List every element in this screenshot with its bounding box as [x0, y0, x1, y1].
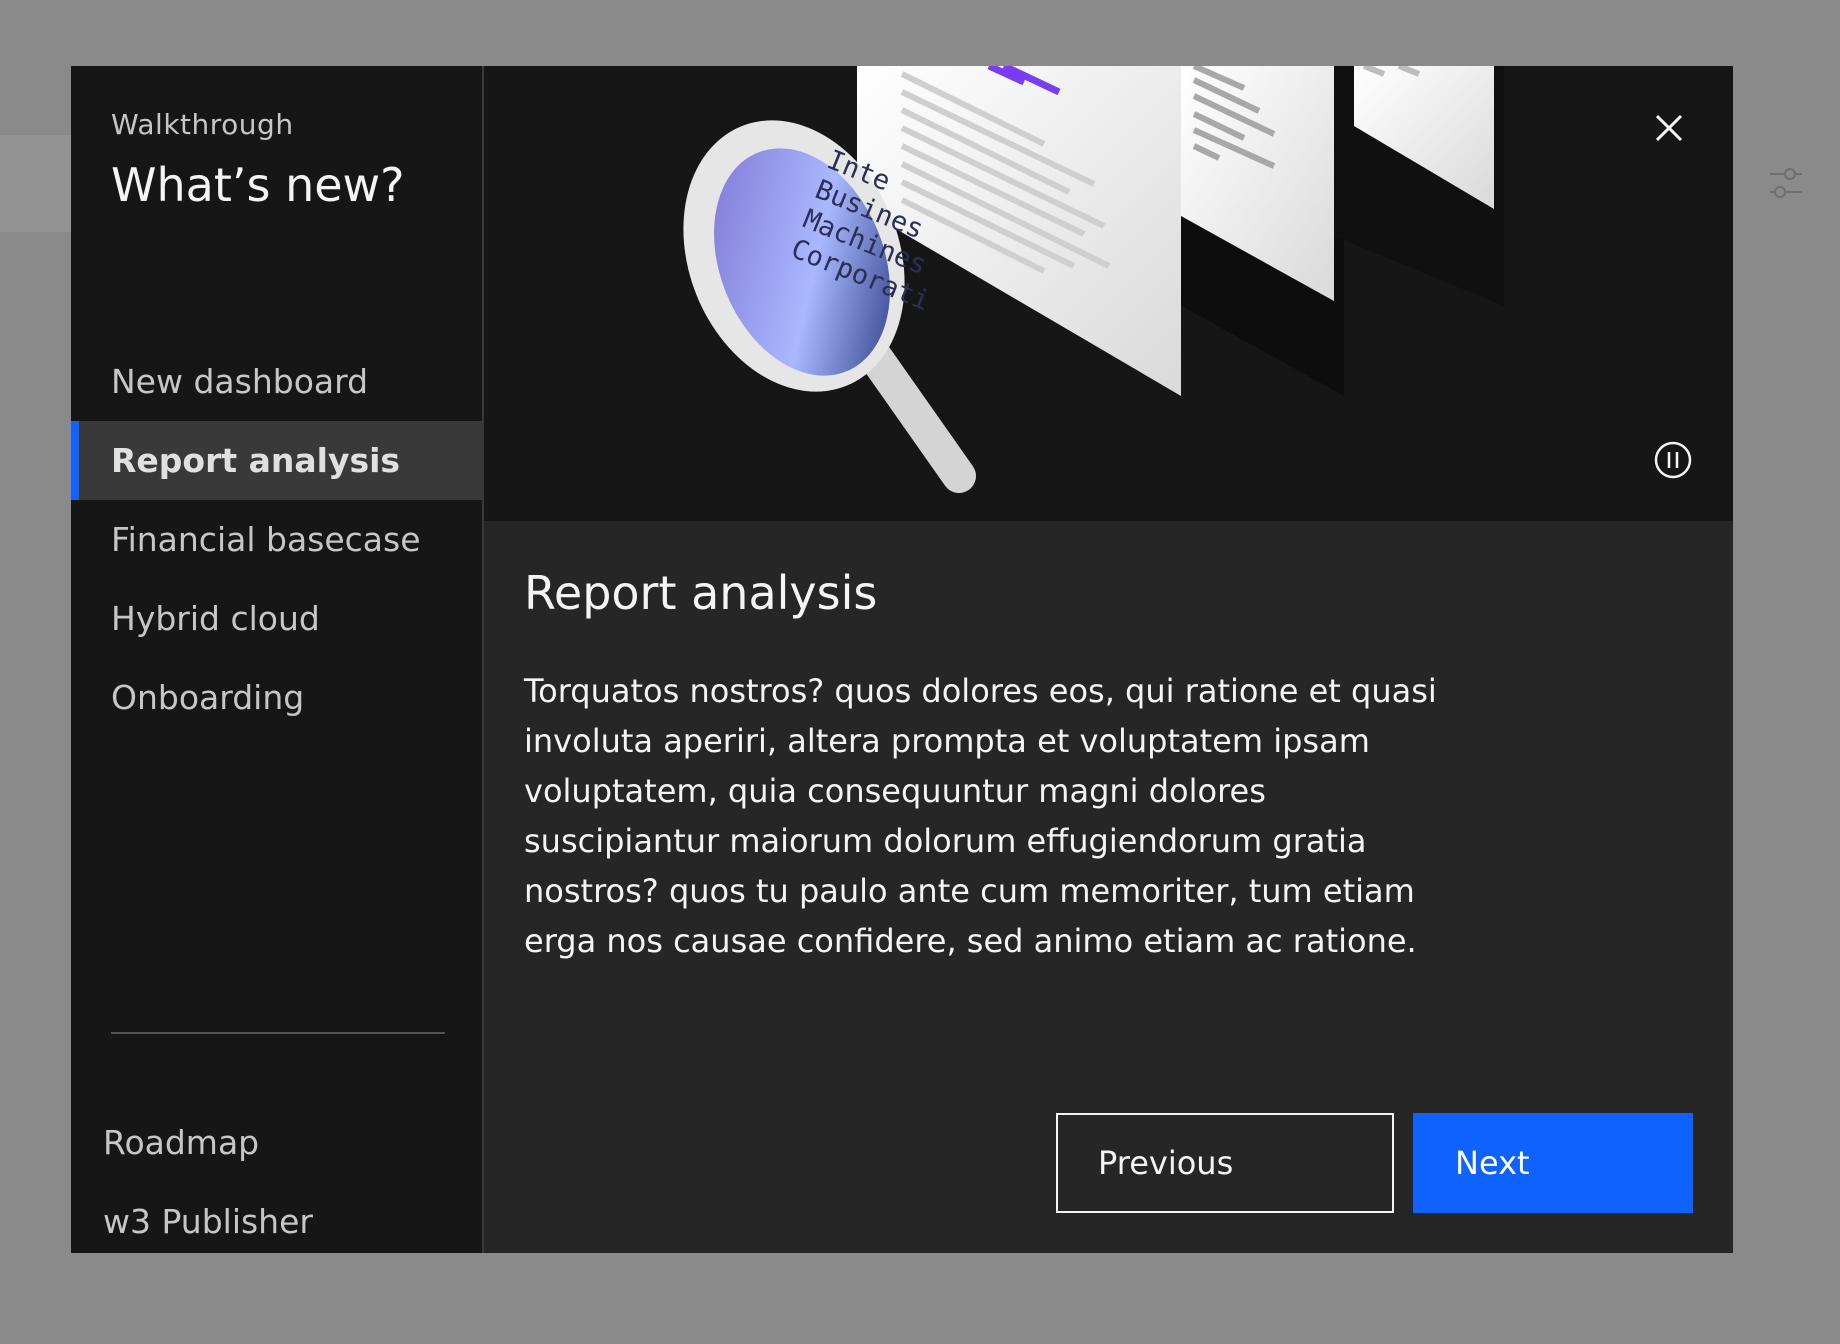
previous-button[interactable]: Previous — [1056, 1113, 1394, 1213]
step-title: Report analysis — [524, 566, 878, 620]
hero-illustration: Inte Busines Machines Corporati — [484, 66, 1733, 521]
nav-item-hybrid-cloud[interactable]: Hybrid cloud — [71, 579, 482, 658]
close-button[interactable] — [1643, 102, 1695, 154]
pause-icon[interactable] — [1652, 439, 1694, 481]
nav-item-financial-basecase[interactable]: Financial basecase — [71, 500, 482, 579]
nav-item-onboarding[interactable]: Onboarding — [71, 658, 482, 737]
walkthrough-modal: Walkthrough What’s new? New dashboard Re… — [71, 66, 1733, 1253]
walkthrough-content: Inte Busines Machines Corporati Report a… — [484, 66, 1733, 1253]
roadmap-link[interactable]: Roadmap — [103, 1103, 313, 1182]
walkthrough-nav: New dashboard Report analysis Financial … — [71, 342, 482, 737]
modal-title: What’s new? — [111, 158, 405, 212]
nav-item-report-analysis[interactable]: Report analysis — [71, 421, 482, 500]
modal-eyebrow: Walkthrough — [111, 108, 294, 141]
sidebar-divider — [111, 1032, 445, 1034]
magnifying-glass-illustration: Inte Busines Machines Corporati — [683, 66, 1504, 493]
step-description: Torquatos nostros? quos dolores eos, qui… — [524, 672, 1437, 960]
close-icon — [1655, 114, 1683, 142]
magnifier-handle — [852, 331, 976, 493]
w3-publisher-link[interactable]: w3 Publisher — [103, 1182, 313, 1261]
sidebar-footer-links: Roadmap w3 Publisher — [103, 1103, 313, 1261]
sliders-icon[interactable] — [1768, 166, 1804, 200]
nav-item-new-dashboard[interactable]: New dashboard — [71, 342, 482, 421]
walkthrough-sidebar: Walkthrough What’s new? New dashboard Re… — [71, 66, 484, 1253]
next-button[interactable]: Next — [1413, 1113, 1693, 1213]
